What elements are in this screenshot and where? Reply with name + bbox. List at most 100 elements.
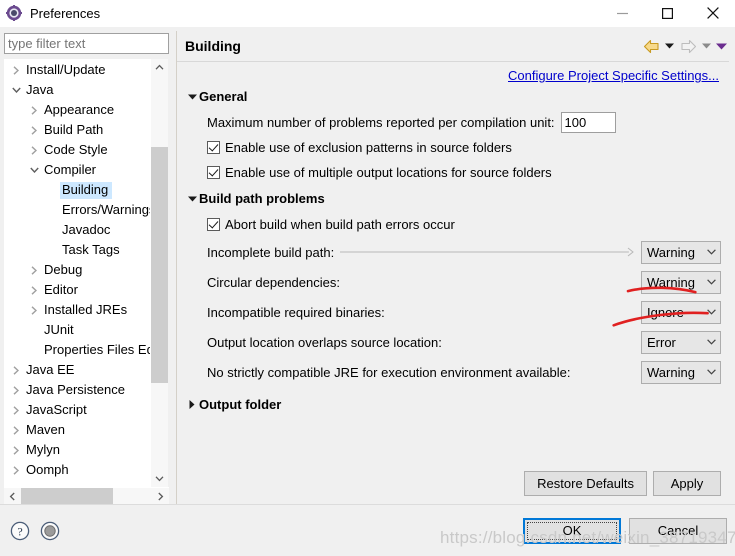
tree-item-errors-warnings[interactable]: Errors/Warnings	[4, 200, 150, 220]
tree-item-installed-jres[interactable]: Installed JREs	[4, 300, 150, 320]
tree-item-build-path[interactable]: Build Path	[4, 120, 150, 140]
tree-item-oomph[interactable]: Oomph	[4, 460, 150, 480]
general-section-label: General	[199, 89, 248, 104]
forward-dropdown-icon[interactable]	[699, 34, 714, 58]
tree-item-label: Mylyn	[26, 441, 60, 457]
tree-item-task-tags[interactable]: Task Tags	[4, 240, 150, 260]
tree-item-debug[interactable]: Debug	[4, 260, 150, 280]
tree-vscroll-thumb[interactable]	[151, 146, 168, 384]
tree-item-label: Code Style	[44, 141, 108, 157]
output-location-overlaps-severity-value: Error	[647, 334, 676, 350]
chevron-right-icon[interactable]	[8, 365, 24, 375]
tree-item-junit[interactable]: JUnit	[4, 320, 150, 340]
tree-hscroll-track[interactable]	[21, 488, 152, 504]
tree-hscroll-thumb[interactable]	[21, 488, 113, 504]
filter-input[interactable]	[4, 33, 169, 54]
chevron-right-icon[interactable]	[8, 425, 24, 435]
svg-text:?: ?	[17, 524, 22, 538]
forward-arrow-icon[interactable]	[677, 34, 699, 58]
incompatible-required-binaries-severity-select[interactable]: Ignore	[641, 300, 721, 324]
tree-item-mylyn[interactable]: Mylyn	[4, 440, 150, 460]
exclusion-patterns-checkbox[interactable]	[207, 141, 220, 154]
maximize-button[interactable]	[645, 0, 690, 26]
chevron-right-icon[interactable]	[8, 385, 24, 395]
output-folder-section-header[interactable]: Output folder	[185, 397, 721, 412]
multiple-output-locations-label: Enable use of multiple output locations …	[225, 165, 552, 180]
row-spacer	[576, 366, 635, 378]
preferences-dialog: Preferences Install/Update Java Appearance…	[0, 0, 735, 556]
no-strictly-compatible-jre-severity-value: Warning	[647, 364, 695, 380]
tree-item-appearance[interactable]: Appearance	[4, 100, 150, 120]
multiple-output-locations-row[interactable]: Enable use of multiple output locations …	[207, 160, 721, 185]
chevron-down-icon	[702, 249, 720, 255]
tree-item-label: Properties Files Editor	[44, 341, 150, 357]
tree-item-java-ee[interactable]: Java EE	[4, 360, 150, 380]
back-arrow-icon[interactable]	[640, 34, 662, 58]
tree-item-label: JavaScript	[26, 401, 87, 417]
incomplete-build-path-severity-select[interactable]: Warning	[641, 240, 721, 264]
scroll-left-icon[interactable]	[4, 488, 21, 504]
exclusion-patterns-row[interactable]: Enable use of exclusion patterns in sour…	[207, 135, 721, 160]
dialog-body: Install/Update Java Appearance Build Path Co…	[0, 27, 735, 504]
chevron-right-icon[interactable]	[26, 305, 42, 315]
abort-build-checkbox[interactable]	[207, 218, 220, 231]
chevron-right-icon[interactable]	[8, 445, 24, 455]
tree-item-code-style[interactable]: Code Style	[4, 140, 150, 160]
tree-item-install-update[interactable]: Install/Update	[4, 60, 150, 80]
chevron-right-icon[interactable]	[26, 125, 42, 135]
navigation-panel: Install/Update Java Appearance Build Path Co…	[0, 27, 173, 504]
chevron-right-icon[interactable]	[8, 405, 24, 415]
tree-item-compiler[interactable]: Compiler	[4, 160, 150, 180]
chevron-down-icon[interactable]	[26, 167, 42, 173]
chevron-right-icon[interactable]	[26, 285, 42, 295]
incomplete-build-path-severity-value: Warning	[647, 244, 695, 260]
chevron-down-icon[interactable]	[8, 87, 24, 93]
output-location-overlaps-severity-select[interactable]: Error	[641, 330, 721, 354]
tree-item-building[interactable]: Building	[4, 180, 150, 200]
page-header: Building	[177, 31, 729, 62]
back-dropdown-icon[interactable]	[662, 34, 677, 58]
scroll-up-icon[interactable]	[151, 59, 168, 76]
tree-item-javadoc[interactable]: Javadoc	[4, 220, 150, 240]
chevron-right-icon[interactable]	[8, 65, 24, 75]
build-path-problems-label: Build path problems	[199, 191, 325, 206]
scroll-right-icon[interactable]	[152, 488, 169, 504]
close-button[interactable]	[690, 0, 735, 26]
restore-defaults-button[interactable]: Restore Defaults	[524, 471, 647, 496]
build-path-problems-section-header[interactable]: Build path problems	[185, 191, 721, 206]
help-question-icon[interactable]: ?	[10, 521, 30, 541]
tree-item-java[interactable]: Java	[4, 80, 150, 100]
tree-horizontal-scrollbar[interactable]	[4, 487, 169, 504]
no-strictly-compatible-jre-severity-select[interactable]: Warning	[641, 360, 721, 384]
tree-vscroll-track[interactable]	[151, 76, 168, 470]
output-location-overlaps-row: Output location overlaps source location…	[207, 327, 721, 357]
chevron-right-icon[interactable]	[26, 265, 42, 275]
chevron-right-icon[interactable]	[26, 105, 42, 115]
cancel-button[interactable]: Cancel	[629, 517, 727, 544]
tree-item-label: Editor	[44, 281, 78, 297]
incompatible-required-binaries-label: Incompatible required binaries:	[207, 304, 385, 320]
tree-item-properties-files-editor[interactable]: Properties Files Editor	[4, 340, 150, 360]
shell-circle-icon[interactable]	[40, 521, 60, 541]
circular-dependencies-severity-select[interactable]: Warning	[641, 270, 721, 294]
apply-button[interactable]: Apply	[653, 471, 721, 496]
chevron-right-icon[interactable]	[8, 465, 24, 475]
settings-panel: Building Configure Project Specific Sett…	[173, 27, 735, 504]
general-section-header[interactable]: General	[185, 89, 721, 104]
preferences-tree[interactable]: Install/Update Java Appearance Build Path Co…	[4, 59, 150, 487]
multiple-output-locations-checkbox[interactable]	[207, 166, 220, 179]
tree-vertical-scrollbar[interactable]	[150, 59, 168, 487]
abort-build-row[interactable]: Abort build when build path errors occur	[207, 212, 721, 237]
configure-project-specific-settings-link[interactable]: Configure Project Specific Settings...	[508, 68, 719, 83]
view-menu-icon[interactable]	[714, 34, 729, 58]
no-strictly-compatible-jre-label: No strictly compatible JRE for execution…	[207, 364, 571, 380]
tree-item-java-persistence[interactable]: Java Persistence	[4, 380, 150, 400]
tree-item-maven[interactable]: Maven	[4, 420, 150, 440]
minimize-button[interactable]	[600, 0, 645, 26]
ok-button[interactable]: OK	[523, 517, 621, 544]
tree-item-editor[interactable]: Editor	[4, 280, 150, 300]
chevron-right-icon[interactable]	[26, 145, 42, 155]
tree-item-javascript[interactable]: JavaScript	[4, 400, 150, 420]
max-problems-input[interactable]	[560, 112, 616, 133]
scroll-down-icon[interactable]	[151, 470, 168, 487]
